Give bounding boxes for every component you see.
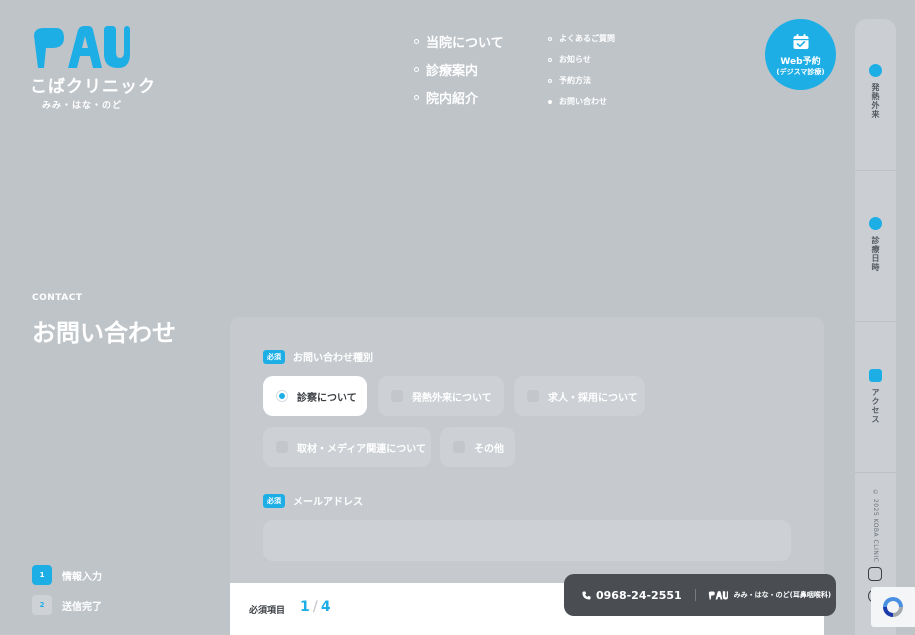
radio-icon [453, 441, 465, 453]
phone-bar-clinic: みみ・はな・のど(耳鼻咽喉科) [733, 591, 832, 599]
rail-divider [855, 472, 896, 473]
phone-bar[interactable]: 0968-24-2551 みみ・はな・のど(耳鼻咽喉科) [564, 574, 836, 616]
radio-selected-icon [276, 390, 288, 402]
rail-access-link[interactable]: アクセス [855, 369, 896, 424]
rail-fever-label: 発熱外来 [871, 83, 880, 119]
instagram-icon[interactable] [868, 567, 882, 581]
step-number: 1 [32, 565, 52, 585]
clock-icon [869, 217, 882, 230]
nav-item-contact[interactable]: お問い合わせ [548, 91, 615, 112]
nav-item-facility[interactable]: 院内紹介 [414, 83, 504, 111]
rail-copyright: © 2025 KOBA CLINIC [872, 489, 879, 563]
logo-mark-small [708, 590, 728, 599]
required-badge: 必須 [263, 493, 285, 508]
rail-hours-label: 診療日時 [871, 236, 880, 272]
web-reserve-sublabel: (デジスマ診療) [776, 67, 825, 76]
nav-item-news[interactable]: お知らせ [548, 49, 615, 70]
rail-divider [855, 170, 896, 171]
bullet-icon [414, 38, 419, 44]
sub-nav: よくあるご質問 お知らせ 予約方法 お問い合わせ [548, 28, 615, 112]
required-badge: 必須 [263, 349, 285, 364]
step-complete: 2 送信完了 [32, 595, 102, 615]
option-recruit[interactable]: 求人・採用について [514, 376, 645, 416]
rail-hours-link[interactable]: 診療日時 [855, 217, 896, 272]
step-number: 2 [32, 595, 52, 615]
logo-name: こばクリニック [30, 77, 156, 97]
nav-item-services[interactable]: 診療案内 [414, 55, 504, 83]
divider [694, 589, 696, 601]
side-rail: 発熱外来 診療日時 アクセス © 2025 KOBA CLINIC [855, 19, 896, 635]
radio-icon [391, 390, 403, 402]
fever-icon [869, 64, 882, 77]
step-label: 情報入力 [62, 571, 102, 583]
radio-icon [276, 441, 288, 453]
logo-mark [34, 26, 130, 68]
radio-icon [527, 390, 539, 402]
clinic-logo[interactable]: こばクリニック みみ・はな・のど [30, 26, 156, 111]
page-title: お問い合わせ [32, 319, 176, 347]
calendar-check-icon [793, 33, 808, 49]
step-input: 1 情報入力 [32, 565, 102, 585]
option-other[interactable]: その他 [440, 427, 515, 467]
required-progress: 1/4 [300, 599, 331, 615]
map-pin-icon [869, 369, 882, 382]
email-field[interactable] [263, 520, 791, 561]
bullet-icon [548, 36, 552, 41]
bullet-active-icon [548, 99, 552, 104]
rail-fever-link[interactable]: 発熱外来 [855, 64, 896, 119]
bullet-icon [548, 57, 552, 62]
web-reserve-label: Web予約 [780, 56, 821, 67]
option-media[interactable]: 取材・メディア関連について [263, 427, 431, 467]
rail-access-label: アクセス [871, 388, 880, 424]
step-label: 送信完了 [62, 601, 102, 613]
nav-item-reservation[interactable]: 予約方法 [548, 70, 615, 91]
nav-item-faq[interactable]: よくあるご質問 [548, 28, 615, 49]
phone-number: 0968-24-2551 [596, 588, 682, 602]
bullet-icon [414, 66, 419, 72]
section-eyebrow: CONTACT [32, 293, 83, 303]
web-reserve-button[interactable]: Web予約 (デジスマ診療) [765, 19, 836, 90]
inquiry-type-label: 必須 お問い合わせ種別 [263, 349, 373, 364]
recaptcha-badge[interactable] [871, 587, 915, 627]
bullet-icon [414, 94, 419, 100]
option-consultation[interactable]: 診察について [263, 376, 367, 416]
bullet-icon [548, 78, 552, 83]
nav-item-about[interactable]: 当院について [414, 27, 504, 55]
option-fever[interactable]: 発熱外来について [378, 376, 504, 416]
logo-subtitle: みみ・はな・のど [41, 101, 122, 111]
main-nav: 当院について 診療案内 院内紹介 [414, 27, 504, 111]
recaptcha-icon [883, 597, 903, 617]
rail-divider [855, 321, 896, 322]
phone-icon [582, 590, 591, 600]
email-label: 必須 メールアドレス [263, 493, 363, 508]
required-items-label: 必須項目 [249, 606, 286, 616]
